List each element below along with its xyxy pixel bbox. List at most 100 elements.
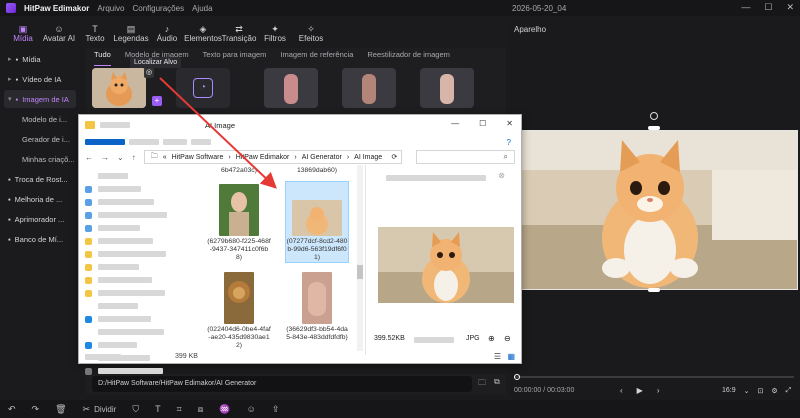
delete-icon[interactable]: 🗑	[55, 404, 66, 415]
add-icon[interactable]: +	[152, 96, 162, 106]
split-icon[interactable]: ✂	[83, 404, 91, 415]
tool-transi-o[interactable]: ⇄ Transição	[222, 20, 257, 46]
copy-icon[interactable]: ⧉	[494, 377, 500, 391]
sidebar-item-4[interactable]: Gerador de i...	[4, 130, 76, 148]
tool-filtros[interactable]: ✦ Filtros	[258, 20, 292, 46]
help-icon[interactable]: ?	[507, 138, 511, 147]
sidebar-item-5[interactable]: Minhas criaçõ...	[4, 150, 76, 168]
explorer-maximize-icon[interactable]: ☐	[479, 119, 486, 128]
rotate-handle-icon[interactable]	[650, 112, 658, 120]
breadcrumb-item[interactable]: AI Generator	[302, 154, 342, 161]
file-item[interactable]: (6279b680-f225-468f-9437-347411c0f6b8)	[207, 181, 271, 262]
menu-arquivo[interactable]: Arquivo	[97, 4, 124, 13]
sidebar-item-8[interactable]: ▪ Aprimorador ...	[4, 210, 76, 228]
subtab-2[interactable]: Texto para imagem	[203, 50, 267, 66]
prev-frame-icon[interactable]: ‹	[620, 386, 623, 395]
ribbon-tab[interactable]	[163, 139, 187, 145]
audio-wave-icon[interactable]: ♒	[219, 404, 230, 415]
folder-open-icon[interactable]: 🗀	[478, 377, 486, 391]
sidebar-item-2[interactable]: ▾ ▪ Imagem de IA	[4, 90, 76, 108]
text-tool-icon[interactable]: T	[155, 404, 161, 414]
sidebar-item-6[interactable]: ▪ Troca de Rost...	[4, 170, 76, 188]
fullscreen-icon[interactable]: ⤢	[786, 387, 792, 395]
nav-item[interactable]	[85, 261, 189, 273]
tool--udio[interactable]: ♪ Áudio	[150, 20, 184, 46]
subtab-0[interactable]: Tudo	[94, 50, 111, 66]
details-view-icon[interactable]: ☰	[494, 352, 501, 361]
tool-elementos[interactable]: ◈ Elementos	[184, 20, 222, 46]
media-thumb-girl-1[interactable]	[264, 68, 318, 108]
tool-legendas[interactable]: ▤ Legendas	[113, 20, 148, 46]
explorer-close-icon[interactable]: ✕	[506, 119, 513, 128]
nav-item[interactable]	[85, 235, 189, 247]
resize-handle-bottom[interactable]	[648, 288, 660, 292]
person-icon[interactable]: ☺	[247, 404, 256, 414]
breadcrumb-item[interactable]: HitPaw Software	[172, 154, 224, 161]
zoom-out-icon[interactable]: ⊖	[504, 334, 511, 343]
forward-icon[interactable]: →	[101, 153, 109, 162]
close-icon[interactable]: ✕	[786, 2, 794, 13]
chevron-down-icon[interactable]: ⌄	[744, 387, 750, 395]
refresh-icon[interactable]: ⟳	[391, 153, 397, 161]
redo-icon[interactable]: ↷	[32, 404, 40, 415]
ribbon-tab[interactable]	[191, 139, 211, 145]
explorer-search-input[interactable]: ⌕	[416, 150, 515, 164]
resize-handle-top[interactable]	[648, 126, 660, 130]
screenshot-icon[interactable]: ⊡	[758, 387, 764, 395]
file-item[interactable]: 13869dab60)	[285, 167, 349, 175]
tool-texto[interactable]: T Texto	[78, 20, 112, 46]
maximize-icon[interactable]: ☐	[764, 2, 772, 13]
ribbon-file-tab[interactable]	[85, 139, 125, 145]
next-frame-icon[interactable]: ›	[657, 386, 660, 395]
nav-item[interactable]	[85, 209, 189, 221]
preview-close-icon[interactable]: ⊗	[498, 171, 505, 180]
nav-item[interactable]	[85, 365, 189, 377]
play-icon[interactable]: ▶	[637, 386, 643, 395]
tiles-view-icon[interactable]: ▦	[507, 352, 515, 361]
file-item[interactable]: (07277dcf-8cd2-480b-99d6-563f19df6f01)	[285, 181, 349, 263]
seek-bar[interactable]	[514, 374, 794, 380]
menu-configuracoes[interactable]: Configurações	[132, 4, 184, 13]
sidebar-item-3[interactable]: Modelo de i...	[4, 110, 76, 128]
nav-item[interactable]	[85, 183, 189, 195]
crop-icon[interactable]: ⌗	[177, 404, 182, 415]
undo-icon[interactable]: ↶	[8, 404, 16, 415]
file-item[interactable]: (022404d6-0be4-4faf-ae20-435d9830ae12)	[207, 269, 271, 350]
nav-item[interactable]	[85, 248, 189, 260]
sidebar-item-7[interactable]: ▪ Melhoria de ...	[4, 190, 76, 208]
locate-target-icon[interactable]: ◎	[144, 68, 154, 78]
transform-icon[interactable]: ⧈	[198, 404, 204, 415]
minimize-icon[interactable]: —	[741, 2, 750, 13]
nav-item[interactable]	[85, 222, 189, 234]
nav-item[interactable]	[85, 170, 189, 182]
nav-item[interactable]	[85, 313, 189, 325]
shield-icon[interactable]: ⛉	[132, 404, 139, 415]
menu-ajuda[interactable]: Ajuda	[192, 4, 212, 13]
file-item[interactable]: (36629df3-bb54-4da5-843e-483ddfdfdfb)	[285, 269, 349, 342]
split-label[interactable]: Dividir	[94, 405, 116, 414]
breadcrumb-item[interactable]: HitPaw Edimakor	[236, 154, 290, 161]
aspect-ratio-select[interactable]: 16:9	[722, 387, 736, 395]
nav-item[interactable]	[85, 287, 189, 299]
breadcrumb[interactable]: 🗀 « HitPaw Software › HitPaw Edimakor › AI…	[143, 150, 403, 164]
history-icon[interactable]: ⌄	[117, 153, 124, 162]
sidebar-item-0[interactable]: ▸ ▪ Mídia	[4, 50, 76, 68]
nav-item[interactable]	[85, 339, 189, 351]
subtab-3[interactable]: Imagem de referência	[280, 50, 353, 66]
media-thumb-girl-2[interactable]	[342, 68, 396, 108]
up-icon[interactable]: ↑	[132, 153, 136, 162]
sidebar-item-9[interactable]: ▪ Banco de Mí...	[4, 230, 76, 248]
media-thumb-girl-3[interactable]	[420, 68, 474, 108]
breadcrumb-item[interactable]: AI Image	[354, 154, 382, 161]
sidebar-item-1[interactable]: ▸ ▪ Vídeo de IA	[4, 70, 76, 88]
settings-icon[interactable]: ⚙	[771, 387, 777, 395]
tool-efeitos[interactable]: ✧ Efeitos	[294, 20, 328, 46]
nav-item[interactable]	[85, 196, 189, 208]
path-field[interactable]: D:/HitPaw Software/HitPaw Edimakor/AI Ge…	[92, 376, 472, 392]
subtab-4[interactable]: Reestilizador de imagem	[367, 50, 450, 66]
file-item[interactable]: 6b472a03c)	[207, 167, 271, 175]
zoom-in-icon[interactable]: ⊕	[488, 334, 495, 343]
media-thumb-cat[interactable]	[92, 68, 146, 108]
media-thumb-generate[interactable]: ◔	[176, 68, 230, 108]
nav-item[interactable]	[85, 300, 189, 312]
